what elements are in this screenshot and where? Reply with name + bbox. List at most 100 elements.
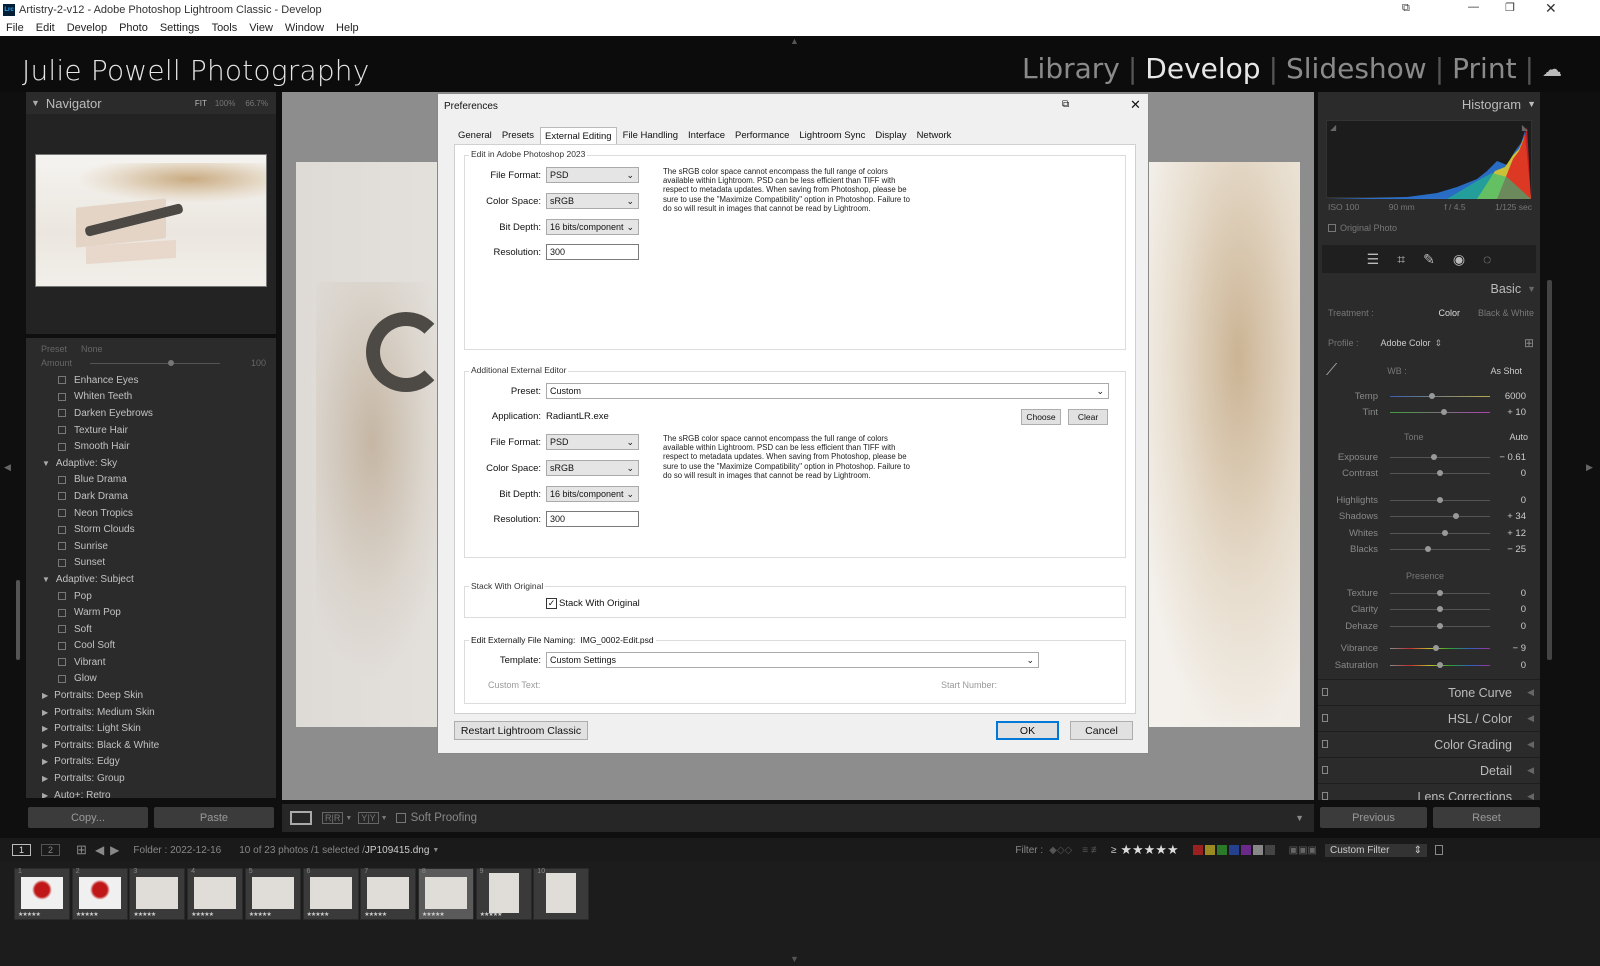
- reset-button[interactable]: Reset: [1433, 807, 1540, 828]
- collapsed-triangle-icon[interactable]: ▶: [42, 757, 48, 766]
- original-photo-checkbox[interactable]: [1328, 224, 1336, 232]
- slider-knob[interactable]: [1433, 645, 1439, 652]
- filmstrip-thumbnail[interactable]: 10: [533, 868, 590, 920]
- preset-row[interactable]: ▶ Portraits: Edgy: [26, 754, 276, 771]
- tab-presets[interactable]: Presets: [498, 127, 538, 144]
- folder-source[interactable]: Folder : 2022-12-16: [133, 845, 221, 856]
- checkmark-icon[interactable]: ✓: [546, 598, 557, 609]
- slider-knob[interactable]: [1437, 496, 1443, 503]
- slider-blacks[interactable]: Blacks − 25: [1318, 542, 1526, 559]
- wb-eyedropper-icon[interactable]: ⟋: [1326, 362, 1337, 380]
- preset-row[interactable]: ▶ Portraits: Light Skin: [26, 720, 276, 737]
- collapsed-triangle-icon[interactable]: ▶: [42, 741, 48, 750]
- preset-row[interactable]: Darken Eyebrows: [26, 405, 276, 422]
- profile-dropdown-icon[interactable]: ⇕: [1435, 338, 1443, 349]
- slider-track[interactable]: [1390, 529, 1490, 536]
- section-hsl-color[interactable]: HSL / Color ◀: [1318, 705, 1540, 731]
- flag-filter-icon[interactable]: ◆◇◇: [1049, 845, 1072, 856]
- section-lens-corrections[interactable]: Lens Corrections ◀: [1318, 783, 1540, 800]
- menu-file[interactable]: File: [6, 22, 24, 34]
- preset-row[interactable]: Texture Hair: [26, 422, 276, 439]
- module-print[interactable]: Print: [1452, 52, 1516, 85]
- custom-filter-dropdown[interactable]: Custom Filter ⇕: [1324, 843, 1427, 857]
- slider-tint[interactable]: Tint + 10: [1318, 405, 1526, 422]
- cancel-button[interactable]: Cancel: [1070, 721, 1133, 740]
- preset-row[interactable]: ▶ Auto+: Retro: [26, 787, 276, 798]
- slider-track[interactable]: [1390, 606, 1490, 613]
- slider-knob[interactable]: [1453, 513, 1459, 520]
- slider-highlights[interactable]: Highlights 0: [1318, 492, 1526, 509]
- slider-track[interactable]: [1390, 392, 1490, 399]
- file-format-select-2[interactable]: PSD ⌄: [546, 434, 639, 450]
- menu-help[interactable]: Help: [336, 22, 359, 34]
- slider-knob[interactable]: [1437, 622, 1443, 629]
- shadow-clip-icon[interactable]: ◢: [1330, 123, 1336, 132]
- forward-arrow-icon[interactable]: ▶: [110, 843, 119, 857]
- resolution-input-2[interactable]: 300: [546, 511, 639, 527]
- preset-selector[interactable]: Preset None: [41, 344, 103, 354]
- bit-depth-select[interactable]: 16 bits/component ⌄: [546, 219, 639, 235]
- right-scrollbar[interactable]: [1547, 280, 1552, 660]
- slider-shadows[interactable]: Shadows + 34: [1318, 509, 1526, 526]
- slider-knob[interactable]: [1437, 606, 1443, 613]
- minimize-button[interactable]: —: [1468, 1, 1479, 13]
- slider-value[interactable]: − 0.61: [1490, 452, 1526, 463]
- dialog-extra-icon[interactable]: ⧉: [1062, 99, 1069, 110]
- tab-external-editing[interactable]: External Editing: [540, 127, 617, 144]
- slider-knob[interactable]: [1431, 453, 1437, 460]
- before-after-tb-icon[interactable]: Y|Y: [358, 812, 379, 824]
- slider-value[interactable]: + 34: [1490, 511, 1526, 522]
- collapsed-triangle-icon[interactable]: ▶: [42, 774, 48, 783]
- profile-browser-icon[interactable]: ⊞: [1524, 336, 1534, 350]
- collapsed-triangle-icon[interactable]: ▶: [42, 791, 48, 798]
- restore-layout-icon[interactable]: ⧉: [1402, 2, 1410, 15]
- slider-track[interactable]: [1390, 513, 1490, 520]
- slider-exposure[interactable]: Exposure − 0.61: [1318, 449, 1526, 466]
- slider-track[interactable]: [1390, 622, 1490, 629]
- section-toggle-icon[interactable]: [1322, 792, 1328, 800]
- template-select[interactable]: Custom Settings ⌄: [546, 652, 1039, 668]
- collapsed-triangle-icon[interactable]: ▶: [42, 691, 48, 700]
- preset-row[interactable]: Enhance Eyes: [26, 372, 276, 389]
- basic-header[interactable]: Basic ▼: [1491, 278, 1537, 300]
- ok-button[interactable]: OK: [996, 721, 1059, 740]
- collapse-top-arrow-icon[interactable]: ▲: [790, 36, 799, 46]
- menu-window[interactable]: Window: [285, 22, 324, 34]
- collapse-bottom-arrow-icon[interactable]: ▼: [790, 954, 799, 964]
- menu-view[interactable]: View: [249, 22, 273, 34]
- before-after-lr-icon[interactable]: R|R: [322, 812, 344, 824]
- crop-icon[interactable]: ⌗: [1397, 251, 1405, 268]
- menu-edit[interactable]: Edit: [36, 22, 55, 34]
- histogram-header[interactable]: Histogram ▼: [1318, 92, 1540, 116]
- module-develop[interactable]: Develop: [1145, 52, 1260, 85]
- slider-track[interactable]: [1390, 589, 1490, 596]
- window-2-button[interactable]: 2: [41, 844, 61, 856]
- slider-knob[interactable]: [1437, 661, 1443, 668]
- rating-filter-stars[interactable]: ★★★★★: [1120, 842, 1178, 858]
- preset-row[interactable]: Dark Drama: [26, 488, 276, 505]
- slider-track[interactable]: [1390, 409, 1490, 416]
- collapsed-triangle-icon[interactable]: ▶: [42, 708, 48, 717]
- filter-lock-icon[interactable]: [1434, 845, 1443, 855]
- maximize-button[interactable]: ❐: [1505, 1, 1515, 14]
- slider-knob[interactable]: [1437, 470, 1443, 477]
- menu-settings[interactable]: Settings: [160, 22, 200, 34]
- copy-button[interactable]: Copy...: [28, 807, 148, 828]
- tab-display[interactable]: Display: [871, 127, 910, 144]
- back-arrow-icon[interactable]: ◀: [95, 843, 104, 857]
- tone-auto-button[interactable]: Auto: [1509, 432, 1528, 442]
- module-slideshow[interactable]: Slideshow: [1286, 52, 1427, 85]
- wb-value[interactable]: As Shot: [1490, 366, 1522, 376]
- editor-preset-select[interactable]: Custom ⌄: [546, 383, 1109, 399]
- slider-dehaze[interactable]: Dehaze 0: [1318, 618, 1526, 635]
- slider-knob[interactable]: [1425, 546, 1431, 553]
- slider-value[interactable]: 0: [1490, 660, 1526, 671]
- slider-clarity[interactable]: Clarity 0: [1318, 602, 1526, 619]
- preset-row[interactable]: Neon Tropics: [26, 505, 276, 522]
- filmstrip-thumbnail[interactable]: 6 ★★★★★: [302, 868, 359, 920]
- menu-tools[interactable]: Tools: [212, 22, 238, 34]
- slider-track[interactable]: [1390, 496, 1490, 503]
- preset-row[interactable]: Storm Clouds: [26, 521, 276, 538]
- clear-button[interactable]: Clear: [1068, 409, 1108, 425]
- filmstrip-thumbnail[interactable]: 2 ★★★★★: [71, 868, 128, 920]
